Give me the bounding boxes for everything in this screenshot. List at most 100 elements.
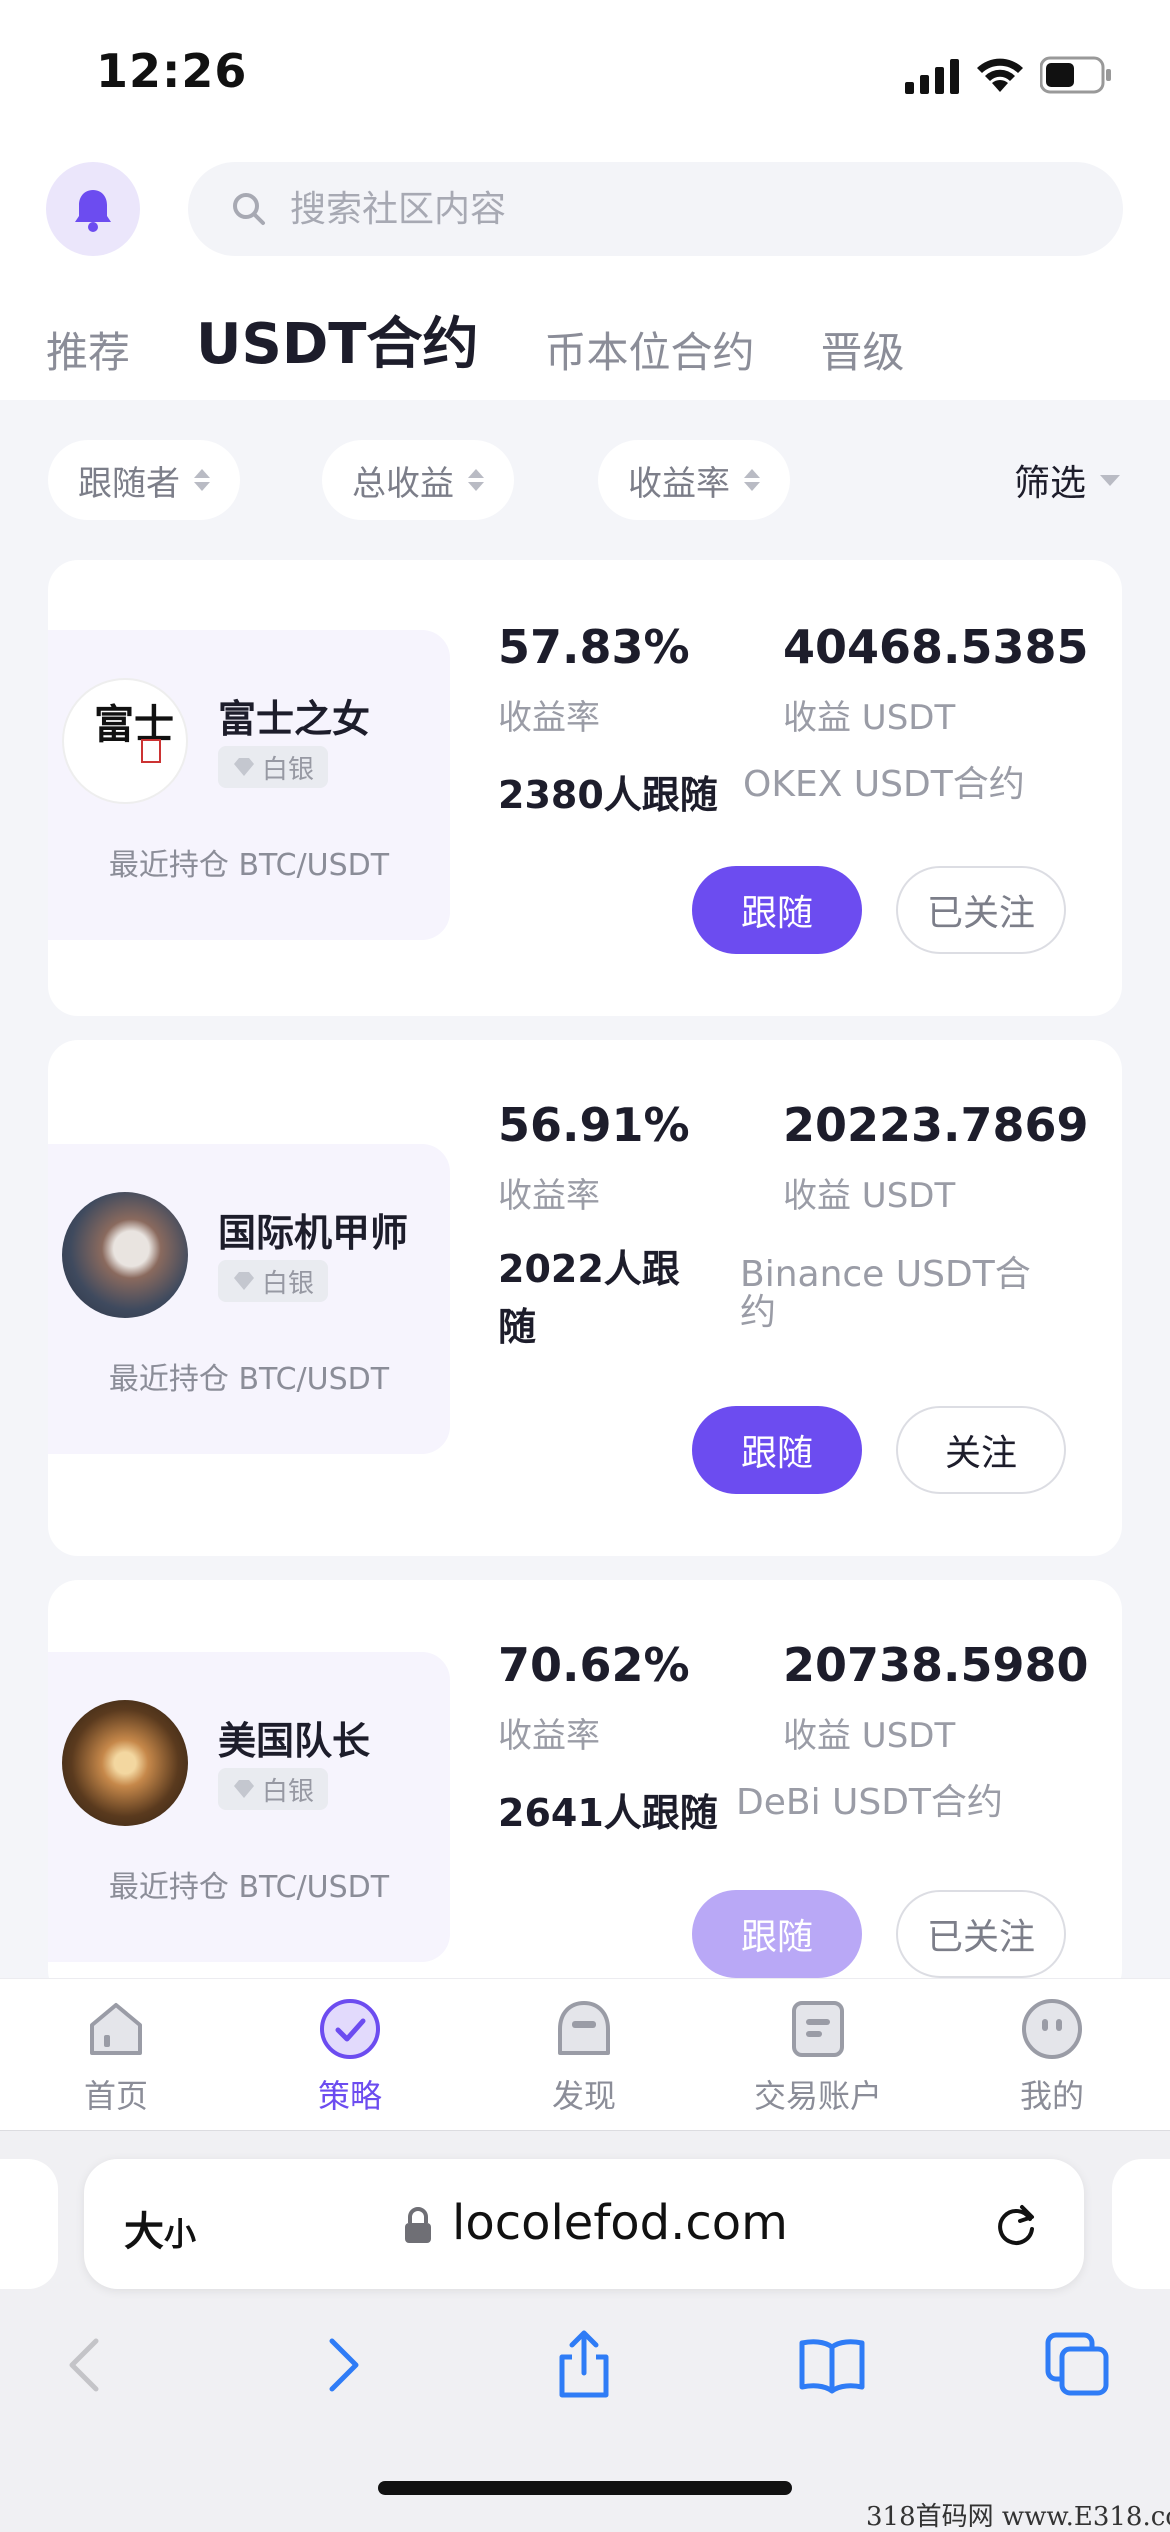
profile-icon	[1022, 1999, 1082, 2059]
bottom-navigation: 首页 策略 发现 交易账户 我的	[0, 1978, 1170, 2130]
sort-yield-button[interactable]: 收益率	[598, 440, 790, 520]
yield-label: 收益率	[498, 1176, 600, 1216]
trader-card[interactable]: 富士 富士之女 白银 最近持仓 BTC/USDT 57.83% 40468.53…	[48, 560, 1122, 1016]
level-label: 白银	[262, 1268, 315, 1299]
yield-label: 收益率	[498, 698, 600, 738]
nav-home-label: 首页	[83, 2077, 148, 2115]
sort-yield-label: 收益率	[628, 463, 730, 504]
reload-icon[interactable]	[990, 2199, 1042, 2251]
diamond-icon	[234, 758, 254, 776]
browser-toolbar: 大小 locolefod.com	[0, 2130, 1170, 2532]
trader-profile[interactable]: 富士 富士之女 白银 最近持仓 BTC/USDT	[48, 630, 450, 940]
watch-button[interactable]: 关注	[896, 1406, 1066, 1494]
url-text[interactable]: locolefod.com	[452, 2195, 788, 2251]
home-indicator	[378, 2481, 792, 2495]
trader-card[interactable]: 国际机甲师 白银 最近持仓 BTC/USDT 56.91% 20223.7869…	[48, 1040, 1122, 1556]
sort-row: 跟随者 总收益 收益率 筛选	[0, 440, 1170, 522]
avatar-calligraphy-image: 富士	[94, 701, 174, 763]
status-time: 12:26	[96, 44, 248, 98]
tab-coin-margined-contract[interactable]: 币本位合约	[545, 319, 755, 380]
trader-name: 美国队长	[218, 1719, 371, 1763]
profit-value: 20223.7869	[783, 1098, 1089, 1152]
text-size-large-label: 大	[124, 2209, 164, 2255]
wifi-icon	[977, 58, 1023, 92]
account-icon	[792, 2001, 844, 2057]
watermark: 318首码网 www.E318.com	[866, 2502, 1170, 2532]
search-bar[interactable]	[188, 162, 1123, 256]
tab-bar: 推荐 USDT合约 币本位合约 晋级	[46, 300, 971, 380]
avatar: 富士	[62, 678, 188, 804]
platform-label: DeBi USDT合约	[736, 1782, 1003, 1823]
home-icon	[90, 2003, 142, 2055]
next-tab-preview[interactable]	[1112, 2159, 1170, 2289]
trader-list-area: 跟随者 总收益 收益率 筛选 富士 富士之女 白银 最近持仓 BTC/USDT …	[0, 400, 1170, 1980]
watch-button[interactable]: 已关注	[896, 1890, 1066, 1978]
text-size-button[interactable]: 大小	[124, 2199, 196, 2257]
discover-icon	[558, 2001, 610, 2055]
sort-followers-button[interactable]: 跟随者	[48, 440, 240, 520]
level-badge: 白银	[218, 746, 329, 788]
nav-trading-account[interactable]: 交易账户	[718, 1997, 918, 2117]
strategy-icon	[320, 1999, 380, 2059]
address-bar[interactable]: 大小 locolefod.com	[84, 2159, 1084, 2289]
avatar	[62, 1700, 188, 1826]
lock-icon	[405, 2207, 431, 2243]
diamond-icon	[234, 1272, 254, 1290]
watch-button[interactable]: 已关注	[896, 866, 1066, 954]
nav-discover[interactable]: 发现	[484, 1997, 684, 2117]
search-icon	[233, 193, 265, 225]
trader-name: 国际机甲师	[218, 1211, 409, 1255]
yield-value: 70.62%	[498, 1638, 690, 1692]
filter-button[interactable]: 筛选	[1014, 440, 1120, 520]
trader-profile[interactable]: 美国队长 白银 最近持仓 BTC/USDT	[48, 1652, 450, 1962]
avatar	[62, 1192, 188, 1318]
trader-card[interactable]: 美国队长 白银 最近持仓 BTC/USDT 70.62% 20738.5980 …	[48, 1580, 1122, 1980]
nav-profile-label: 我的	[1019, 2077, 1084, 2115]
yield-label: 收益率	[498, 1716, 600, 1756]
status-bar: 12:26	[0, 0, 1170, 150]
follower-count: 2022人跟随	[498, 1247, 680, 1349]
profit-value: 40468.5385	[783, 620, 1089, 674]
sort-arrows-icon	[194, 469, 210, 491]
follow-button[interactable]: 跟随	[692, 866, 862, 954]
follow-button[interactable]: 跟随	[692, 1890, 862, 1978]
battery-icon	[1040, 56, 1111, 94]
profit-label: 收益 USDT	[783, 1716, 956, 1756]
profit-value: 20738.5980	[783, 1638, 1089, 1692]
tabs-icon[interactable]	[1042, 2329, 1114, 2401]
share-icon[interactable]	[548, 2329, 620, 2401]
text-size-small-label: 小	[164, 2215, 197, 2253]
tab-recommend[interactable]: 推荐	[46, 319, 130, 380]
recent-position: 最近持仓 BTC/USDT	[108, 848, 390, 883]
yield-value: 57.83%	[498, 620, 690, 674]
follower-count: 2380人跟随	[498, 773, 718, 817]
trader-name: 富士之女	[218, 697, 371, 741]
follow-button[interactable]: 跟随	[692, 1406, 862, 1494]
nav-home[interactable]: 首页	[16, 1997, 216, 2117]
yield-value: 56.91%	[498, 1098, 690, 1152]
platform-label: OKEX USDT合约	[743, 764, 1025, 805]
tab-promotion[interactable]: 晋级	[821, 319, 905, 380]
recent-position: 最近持仓 BTC/USDT	[108, 1362, 390, 1397]
tab-usdt-contract[interactable]: USDT合约	[196, 299, 479, 380]
level-badge: 白银	[218, 1768, 329, 1810]
nav-trading-account-label: 交易账户	[753, 2077, 882, 2115]
sort-total-profit-button[interactable]: 总收益	[322, 440, 514, 520]
follower-count: 2641人跟随	[498, 1791, 718, 1835]
trader-profile[interactable]: 国际机甲师 白银 最近持仓 BTC/USDT	[48, 1144, 450, 1454]
back-icon[interactable]	[52, 2329, 124, 2401]
search-input[interactable]	[290, 188, 1090, 230]
cellular-signal-icon	[905, 59, 959, 94]
sort-total-profit-label: 总收益	[352, 463, 454, 504]
profit-label: 收益 USDT	[783, 1176, 956, 1216]
previous-tab-preview[interactable]	[0, 2159, 58, 2289]
nav-profile[interactable]: 我的	[952, 1997, 1152, 2117]
bookmarks-icon[interactable]	[796, 2329, 868, 2401]
recent-position: 最近持仓 BTC/USDT	[108, 1870, 390, 1905]
nav-strategy[interactable]: 策略	[250, 1997, 450, 2117]
level-label: 白银	[262, 754, 315, 785]
notification-button[interactable]	[46, 162, 140, 256]
profit-label: 收益 USDT	[783, 698, 956, 738]
forward-icon[interactable]	[304, 2329, 376, 2401]
sort-arrows-icon	[744, 469, 760, 491]
